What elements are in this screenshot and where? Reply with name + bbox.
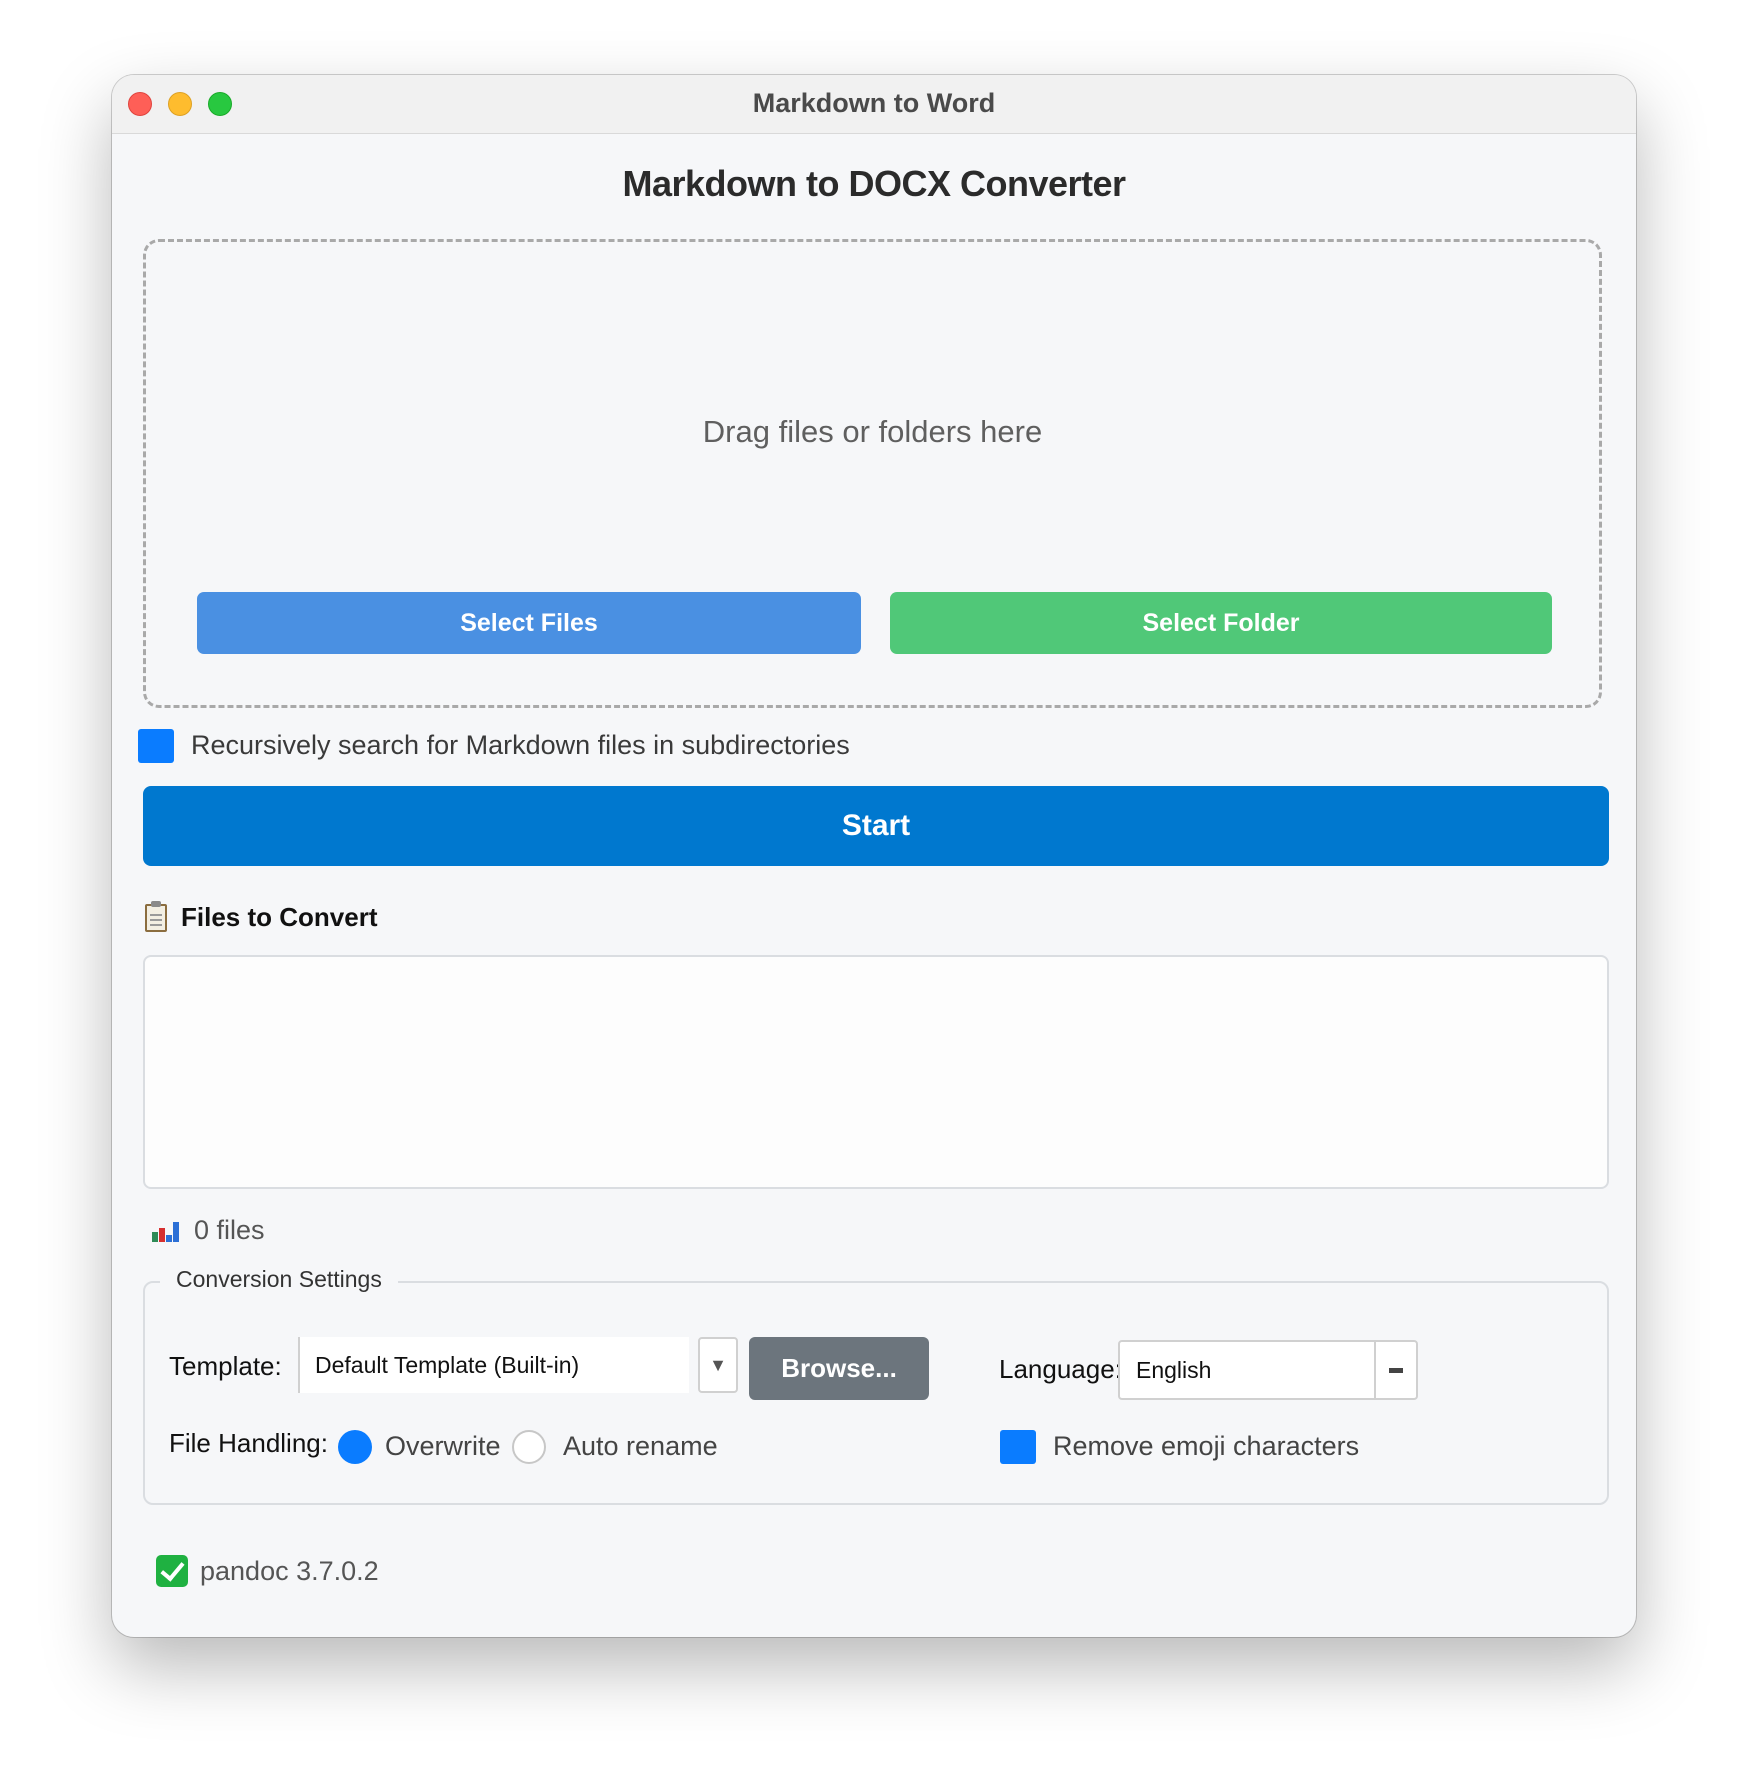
files-section-header: Files to Convert: [145, 900, 378, 933]
pandoc-status: pandoc 3.7.0.2: [156, 1555, 379, 1587]
files-section-title: Files to Convert: [181, 902, 378, 932]
template-select[interactable]: Default Template (Built-in): [298, 1337, 689, 1393]
file-handling-label: File Handling:: [169, 1428, 328, 1458]
bar-chart-icon: [152, 1220, 179, 1242]
recursive-search-checkbox[interactable]: [138, 729, 174, 763]
overwrite-label[interactable]: Overwrite: [385, 1431, 501, 1462]
start-button[interactable]: Start: [143, 786, 1609, 866]
select-folder-button[interactable]: Select Folder: [890, 592, 1552, 654]
check-mark-icon: [156, 1555, 188, 1587]
app-window: Markdown to Word Markdown to DOCX Conver…: [112, 75, 1636, 1637]
pandoc-version: pandoc 3.7.0.2: [200, 1555, 379, 1586]
remove-emoji-checkbox[interactable]: [1000, 1430, 1036, 1464]
auto-rename-label[interactable]: Auto rename: [563, 1431, 718, 1462]
language-label: Language:: [999, 1354, 1122, 1384]
file-count: 0 files: [152, 1215, 265, 1246]
file-count-label: 0 files: [194, 1215, 265, 1245]
select-files-button[interactable]: Select Files: [197, 592, 861, 654]
file-list[interactable]: [143, 955, 1609, 1189]
template-dropdown-arrow-icon[interactable]: ▼: [698, 1337, 738, 1393]
remove-emoji-label[interactable]: Remove emoji characters: [1053, 1431, 1359, 1462]
title-bar: Markdown to Word: [112, 75, 1636, 134]
browse-button[interactable]: Browse...: [749, 1337, 929, 1400]
language-value: English: [1136, 1357, 1212, 1383]
overwrite-radio[interactable]: [338, 1430, 372, 1464]
drop-zone[interactable]: Drag files or folders here Select Files …: [143, 239, 1602, 708]
conversion-settings-legend: Conversion Settings: [160, 1266, 398, 1293]
template-label: Template:: [169, 1351, 282, 1381]
clipboard-icon: [145, 900, 167, 932]
page-title: Markdown to DOCX Converter: [622, 163, 1126, 204]
language-dropdown-icon[interactable]: [1374, 1342, 1416, 1398]
window-title: Markdown to Word: [752, 88, 996, 118]
recursive-search-label[interactable]: Recursively search for Markdown files in…: [191, 730, 850, 761]
auto-rename-radio[interactable]: [512, 1430, 546, 1464]
language-select[interactable]: English: [1118, 1340, 1418, 1400]
drop-zone-prompt: Drag files or folders here: [702, 414, 1043, 449]
